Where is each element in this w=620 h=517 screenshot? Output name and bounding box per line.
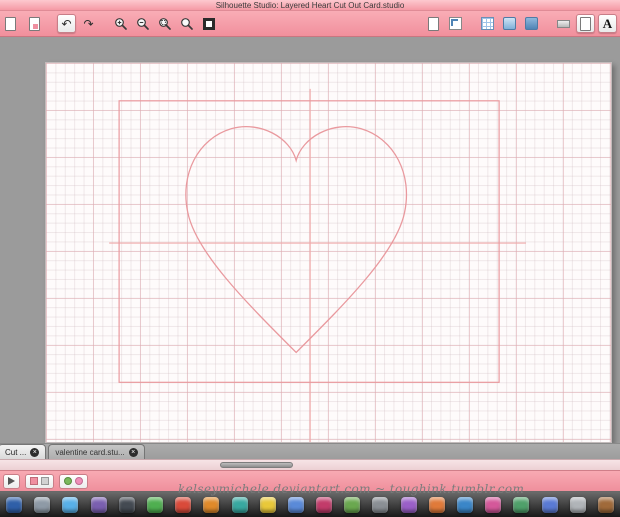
library-icon — [580, 16, 591, 31]
registration-marks-button[interactable] — [446, 14, 465, 33]
green-dot-icon — [64, 477, 72, 485]
drag-zoom-icon — [158, 17, 171, 30]
new-document-icon — [5, 16, 16, 31]
ruler-button[interactable] — [554, 14, 573, 33]
toolbar-right-group: A — [424, 14, 617, 33]
cut-settings-button[interactable] — [500, 14, 519, 33]
toolbar-left-group: ↶ ↷ — [3, 14, 218, 33]
library-button[interactable] — [576, 14, 595, 33]
zoom-out-button[interactable] — [133, 14, 152, 33]
undo-icon: ↶ — [61, 16, 72, 31]
dock-app-icon-5[interactable] — [118, 496, 135, 513]
dock-app-icon-18[interactable] — [485, 496, 502, 513]
cursor-tool-button[interactable] — [3, 473, 20, 489]
pink-flower-icon — [75, 477, 83, 485]
design-page[interactable] — [45, 62, 612, 443]
gray-shape-icon — [41, 477, 49, 485]
dock-app-icon-7[interactable] — [175, 496, 192, 513]
window-title: Silhouette Studio: Layered Heart Cut Out… — [215, 0, 405, 10]
dock-app-icon-4[interactable] — [90, 496, 107, 513]
trace-icon — [525, 17, 538, 30]
dock-app-icon-15[interactable] — [400, 496, 417, 513]
text-tool-icon: A — [602, 16, 613, 31]
text-tool-button[interactable]: A — [598, 14, 617, 33]
dock-app-icon-10[interactable] — [259, 496, 276, 513]
scrollbar-thumb[interactable] — [220, 462, 293, 468]
new-document-button[interactable] — [3, 14, 22, 33]
trace-button[interactable] — [522, 14, 541, 33]
tab-cut-document[interactable]: Cut ... × — [0, 444, 47, 459]
dock-app-icon-17[interactable] — [457, 496, 473, 513]
fit-to-page-button[interactable] — [199, 14, 218, 33]
dock-app-icon-22[interactable] — [597, 496, 614, 513]
fit-to-page-icon — [202, 17, 215, 30]
titlebar[interactable]: Silhouette Studio: Layered Heart Cut Out… — [0, 0, 620, 11]
dock-app-icon-14[interactable] — [372, 496, 389, 513]
dock-app-icon-8[interactable] — [203, 496, 220, 513]
toolbar-separator — [47, 23, 54, 24]
main-toolbar: ↶ ↷ A — [0, 11, 620, 37]
registration-marks-icon — [449, 17, 462, 30]
heart-shape[interactable] — [185, 126, 408, 354]
toolbar-separator — [468, 23, 475, 24]
dock-app-icon-13[interactable] — [344, 496, 361, 513]
shape-tools-button[interactable] — [25, 473, 54, 489]
toolbar-separator — [544, 23, 551, 24]
page-settings-button[interactable] — [424, 14, 443, 33]
horizontal-scrollbar[interactable] — [0, 459, 620, 470]
redo-button[interactable]: ↷ — [79, 14, 98, 33]
pink-shape-icon — [30, 477, 38, 485]
dock-app-icon-16[interactable] — [428, 496, 445, 513]
dock-app-icon-19[interactable] — [513, 496, 530, 513]
tab-label: Cut ... — [5, 447, 27, 457]
open-document-icon — [29, 16, 40, 31]
zoom-out-icon — [136, 17, 149, 30]
tab-valentine-card[interactable]: valentine card.stu... × — [48, 444, 145, 459]
close-tab-icon[interactable]: × — [128, 447, 138, 457]
dock-app-icon-3[interactable] — [62, 496, 79, 513]
dock-app-icon-2[interactable] — [34, 496, 51, 513]
toolbar-separator — [101, 23, 108, 24]
watermark-text: kelseymichele.deviantart.com ~ toughink.… — [178, 482, 525, 496]
cut-settings-icon — [503, 17, 516, 30]
pan-zoom-button[interactable] — [177, 14, 196, 33]
canvas-area[interactable] — [0, 37, 620, 443]
redo-icon: ↷ — [83, 16, 94, 31]
zoom-in-button[interactable] — [111, 14, 130, 33]
zoom-in-icon — [114, 17, 127, 30]
dock-app-icon-11[interactable] — [287, 496, 304, 513]
open-document-button[interactable] — [25, 14, 44, 33]
grid-settings-button[interactable] — [478, 14, 497, 33]
page-settings-icon — [428, 16, 439, 31]
color-tools-button[interactable] — [59, 473, 88, 489]
pan-zoom-icon — [180, 17, 193, 30]
dock-app-icon-6[interactable] — [146, 496, 163, 513]
dock-app-icon-9[interactable] — [231, 496, 248, 513]
drawing-layer — [109, 88, 526, 442]
document-tabbar: Cut ... × valentine card.stu... × — [0, 443, 620, 459]
dock-app-icon-1[interactable] — [6, 496, 22, 513]
grid-icon — [481, 17, 494, 30]
dock-app-icon-21[interactable] — [569, 496, 586, 513]
dock-app-icon-12[interactable] — [316, 496, 333, 513]
close-tab-icon[interactable]: × — [30, 447, 40, 457]
dock-app-icon-20[interactable] — [541, 496, 558, 513]
silhouette-studio-window: Silhouette Studio: Layered Heart Cut Out… — [0, 0, 620, 517]
ruler-icon — [557, 19, 570, 28]
undo-button[interactable]: ↶ — [57, 14, 76, 33]
cursor-icon — [8, 477, 15, 485]
tab-label: valentine card.stu... — [55, 447, 125, 457]
drag-zoom-button[interactable] — [155, 14, 174, 33]
